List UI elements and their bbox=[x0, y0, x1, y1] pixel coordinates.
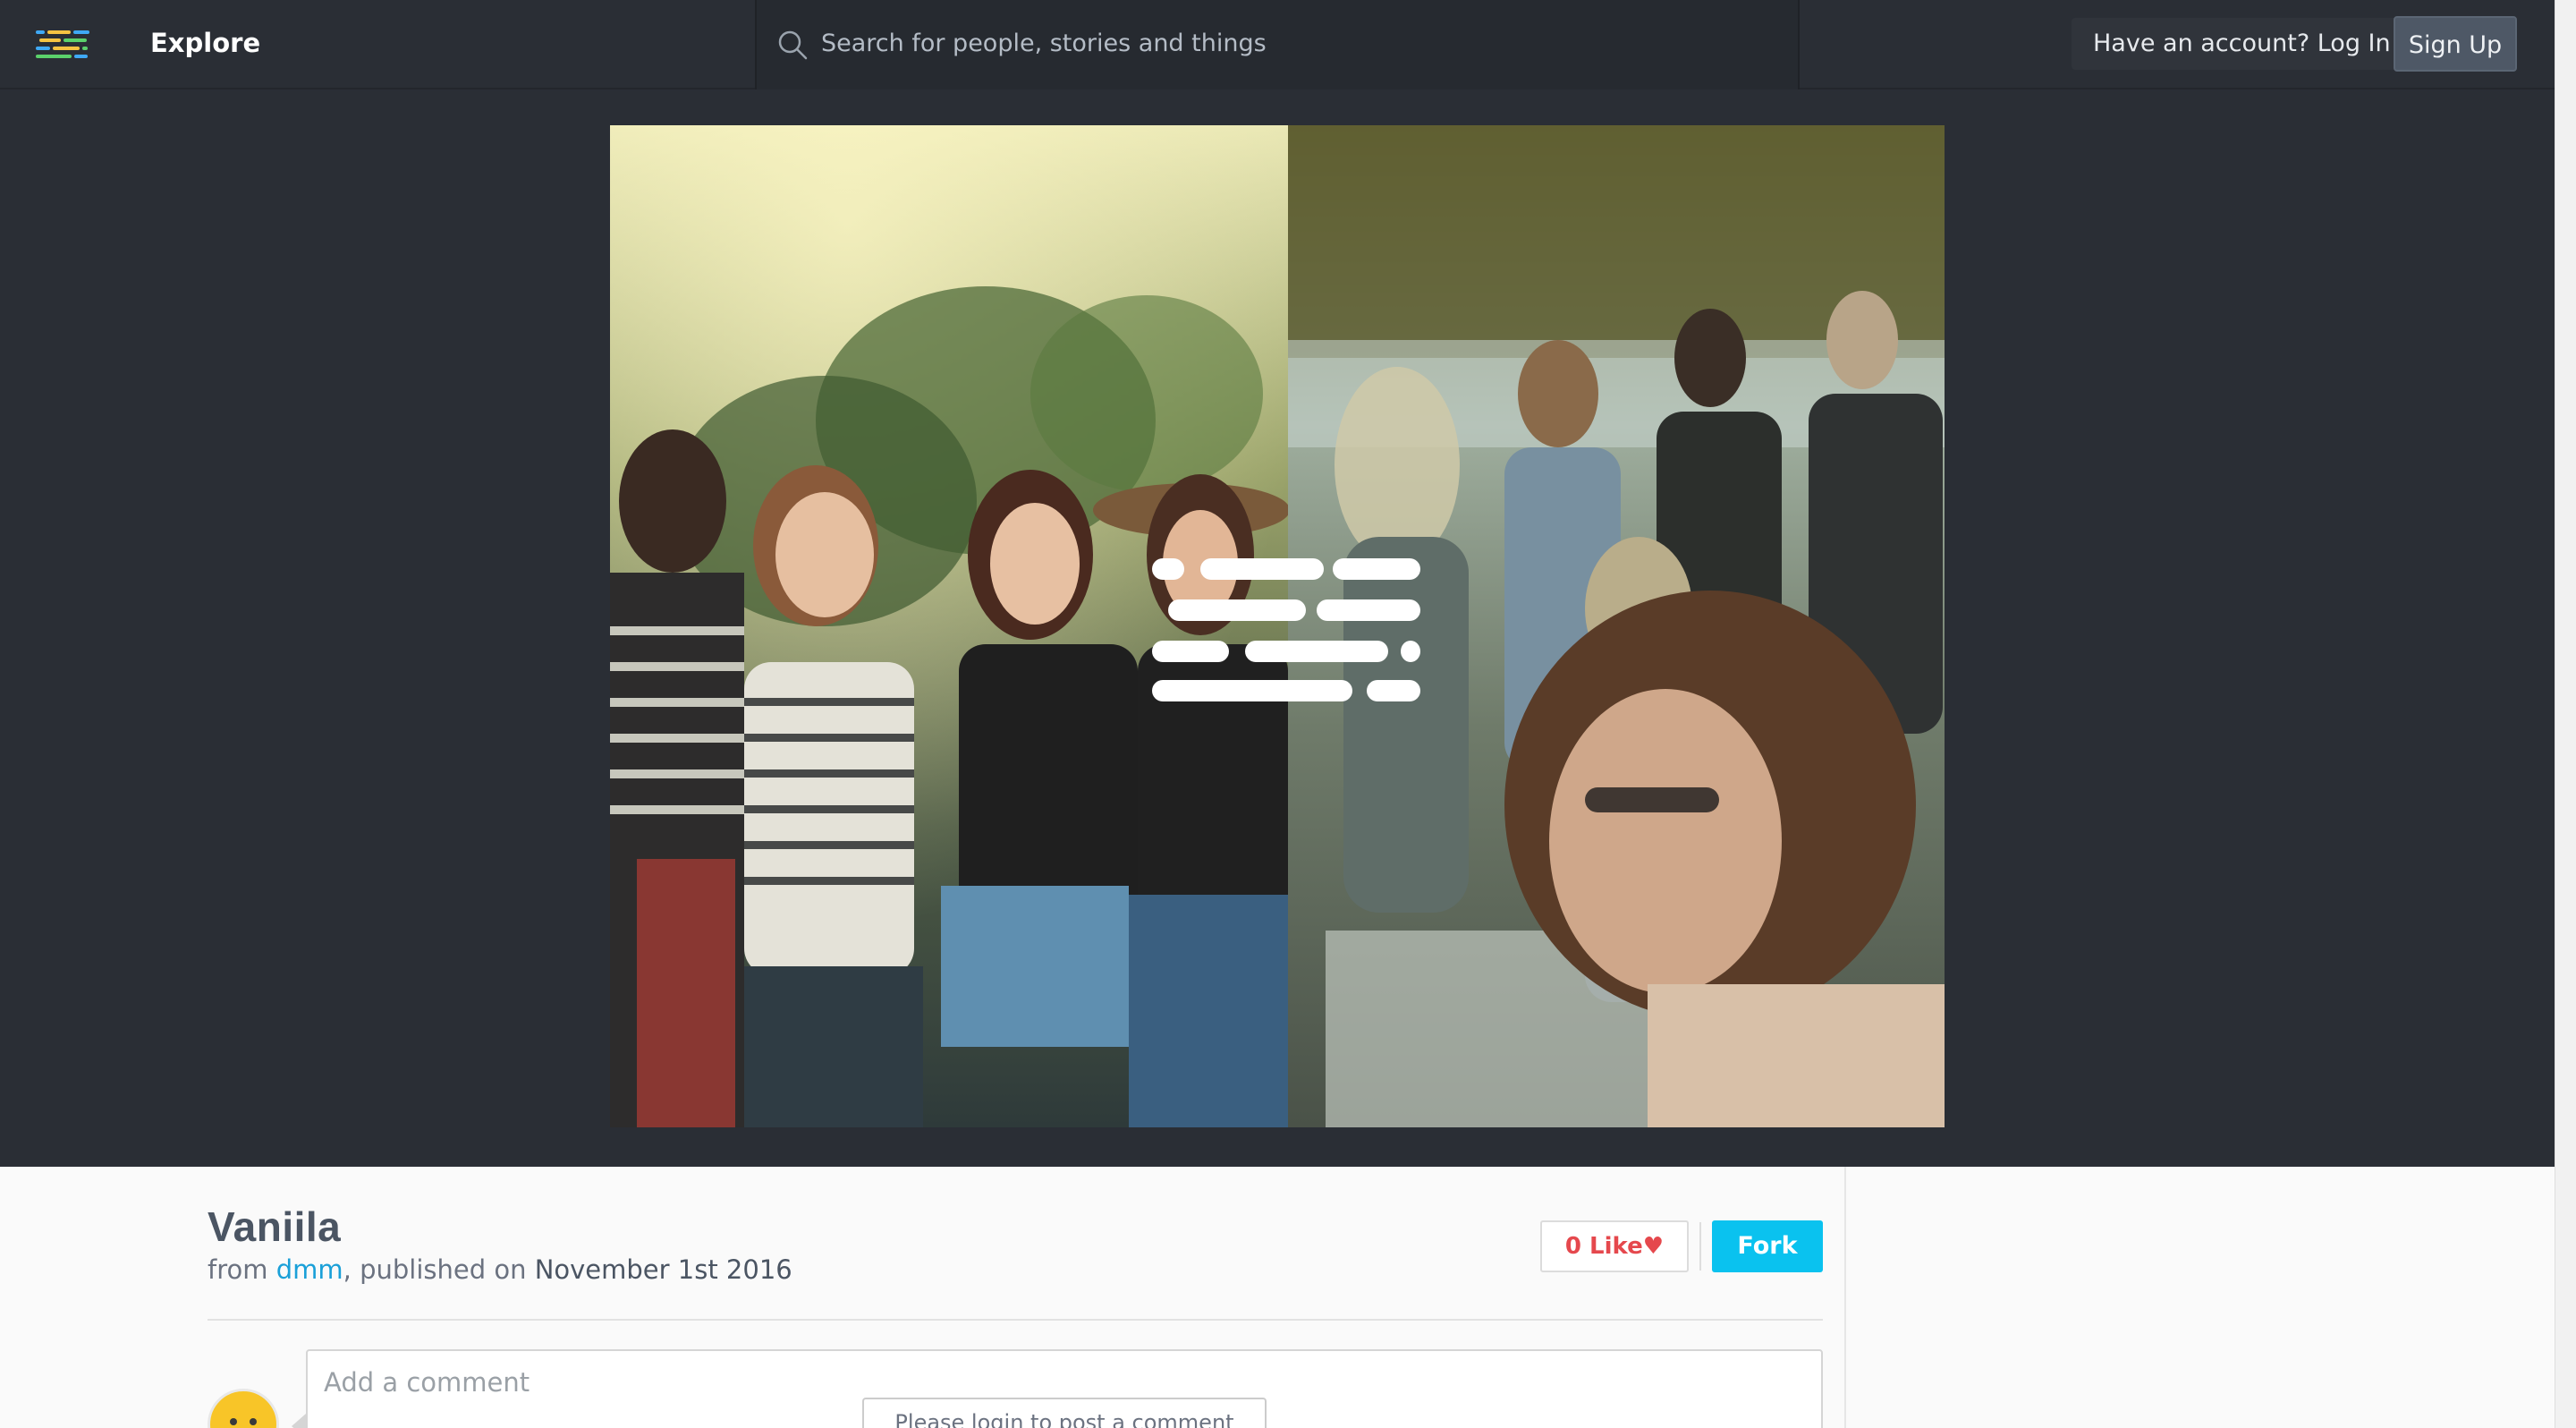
sidebar-divider bbox=[1844, 1167, 1846, 1428]
search-icon bbox=[776, 29, 809, 61]
top-navigation-bar: Explore Have an account? Log In Sign Up bbox=[0, 0, 2555, 89]
like-label: 0 Like bbox=[1564, 1233, 1643, 1260]
fork-button[interactable]: Fork bbox=[1712, 1220, 1823, 1272]
search-input[interactable] bbox=[821, 21, 1769, 64]
story-title: Vaniila bbox=[208, 1203, 342, 1250]
avatar bbox=[208, 1389, 279, 1428]
publish-date: November 1st 2016 bbox=[534, 1254, 792, 1285]
author-link[interactable]: dmm bbox=[276, 1254, 343, 1285]
signup-button[interactable]: Sign Up bbox=[2394, 16, 2517, 72]
story-cover-image bbox=[610, 125, 1945, 1127]
explore-link[interactable]: Explore bbox=[150, 27, 260, 59]
story-hero bbox=[0, 89, 2555, 1167]
from-prefix: from bbox=[208, 1254, 276, 1285]
like-button[interactable]: 0 Like♥ bbox=[1540, 1220, 1689, 1272]
avatar-eye bbox=[250, 1418, 257, 1425]
story-meta: from dmm, published on November 1st 2016 bbox=[208, 1254, 792, 1285]
published-prefix: , published on bbox=[343, 1254, 535, 1285]
story-details: Vaniila from dmm, published on November … bbox=[0, 1167, 2555, 1428]
search-bar bbox=[755, 0, 1800, 89]
action-separator bbox=[1699, 1222, 1701, 1271]
page-scrollbar[interactable] bbox=[2555, 0, 2576, 1428]
login-button[interactable]: Have an account? Log In bbox=[2072, 18, 2412, 70]
section-divider bbox=[208, 1319, 1823, 1321]
avatar-eye bbox=[230, 1418, 237, 1425]
lines-logo-icon[interactable] bbox=[36, 27, 89, 63]
heart-icon: ♥ bbox=[1642, 1233, 1665, 1260]
login-to-comment-button[interactable]: Please login to post a comment bbox=[862, 1398, 1267, 1428]
comment-pointer bbox=[292, 1414, 306, 1428]
